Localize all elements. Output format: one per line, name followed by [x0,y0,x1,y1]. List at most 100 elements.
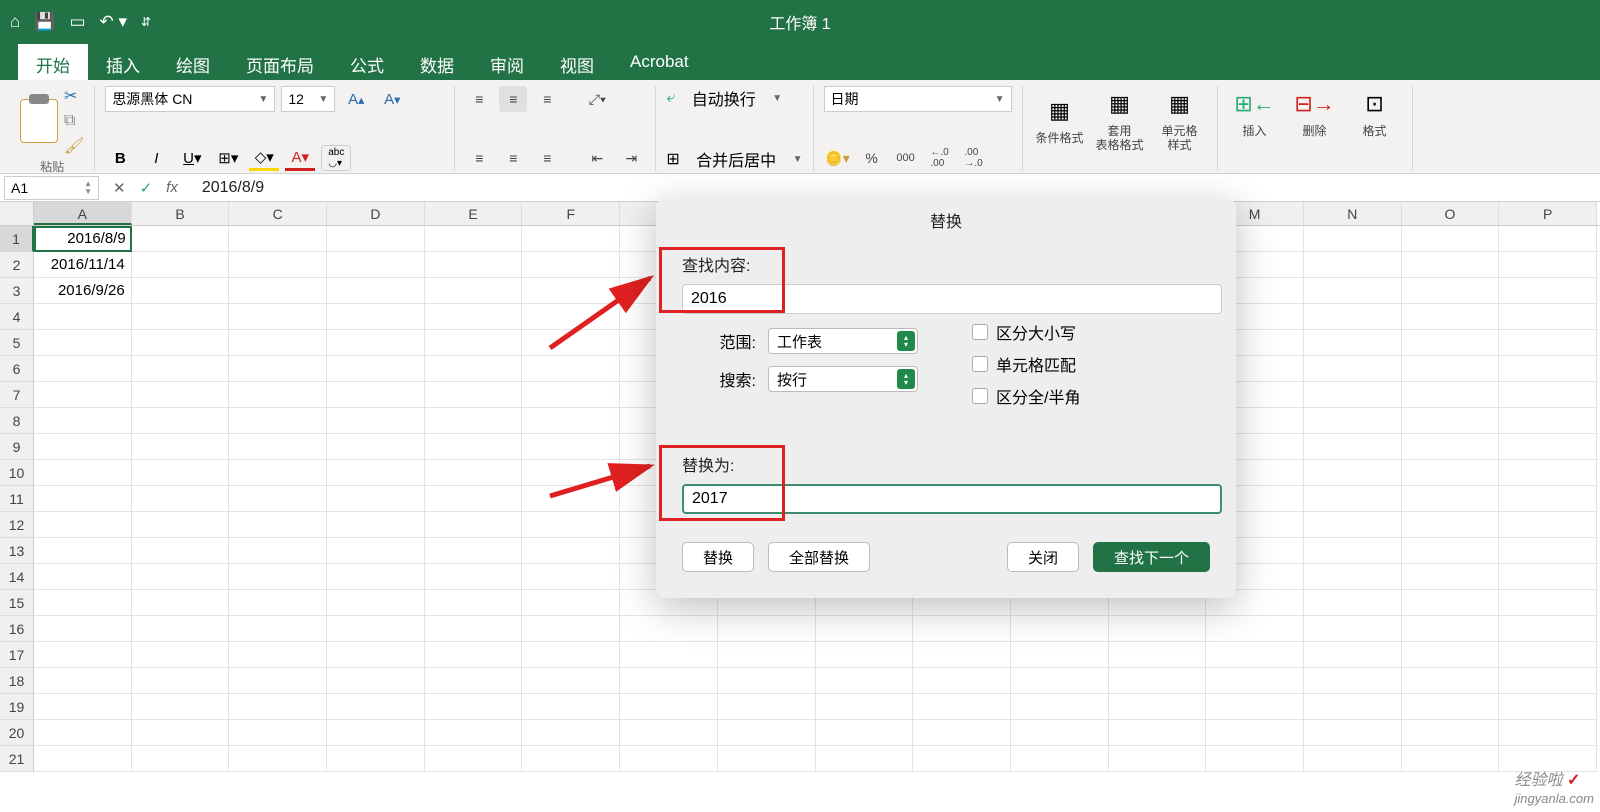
cell[interactable] [132,590,230,616]
cell[interactable] [132,278,230,304]
cell[interactable] [229,512,327,538]
cell[interactable] [327,278,425,304]
cell[interactable] [1402,382,1500,408]
cell[interactable] [1206,668,1304,694]
cell[interactable] [1304,434,1402,460]
tab-data[interactable]: 数据 [402,44,472,80]
orientation-icon[interactable]: ⤢▾ [583,86,611,112]
cell[interactable] [425,252,523,278]
cell[interactable] [229,356,327,382]
cell[interactable] [913,746,1011,772]
cell[interactable] [1402,694,1500,720]
cell[interactable] [1304,278,1402,304]
row-header[interactable]: 5 [0,330,34,356]
italic-button[interactable]: I [141,145,171,171]
cell[interactable] [132,252,230,278]
cell[interactable] [425,434,523,460]
cell[interactable] [1304,564,1402,590]
row-header[interactable]: 12 [0,512,34,538]
cell[interactable] [132,694,230,720]
cell[interactable] [229,746,327,772]
cell[interactable]: 2016/8/9 [34,226,132,252]
cell[interactable] [1206,694,1304,720]
cell[interactable] [327,356,425,382]
replace-button[interactable]: 替换 [682,542,754,572]
cell[interactable] [132,564,230,590]
cell[interactable] [132,382,230,408]
replace-all-button[interactable]: 全部替换 [768,542,870,572]
cell[interactable] [425,356,523,382]
cell[interactable] [1304,226,1402,252]
cell[interactable] [34,616,132,642]
cell[interactable] [229,330,327,356]
cell[interactable] [1499,278,1597,304]
cell[interactable] [229,408,327,434]
row-header[interactable]: 13 [0,538,34,564]
cell[interactable] [816,642,914,668]
cell[interactable] [1499,590,1597,616]
increase-decimal-icon[interactable]: ←.0.00 [926,145,954,171]
cell[interactable] [132,356,230,382]
cell[interactable] [522,694,620,720]
row-header[interactable]: 1 [0,226,34,252]
cell[interactable] [816,694,914,720]
cell[interactable] [327,434,425,460]
col-header-D[interactable]: D [327,202,425,225]
cell[interactable] [1304,486,1402,512]
cell[interactable] [425,564,523,590]
cell[interactable] [1109,642,1207,668]
border-button[interactable]: ⊞▾ [213,145,243,171]
row-header[interactable]: 3 [0,278,34,304]
cell[interactable] [34,486,132,512]
cell[interactable] [425,408,523,434]
col-header-P[interactable]: P [1499,202,1597,225]
cell[interactable] [1499,304,1597,330]
cell[interactable] [816,668,914,694]
font-size-select[interactable]: 12▼ [281,86,335,112]
cell[interactable] [425,226,523,252]
scope-select[interactable]: 工作表▴▾ [768,328,918,354]
format-painter-icon[interactable]: 🖌 [64,136,84,156]
cell[interactable] [327,668,425,694]
cell[interactable] [229,642,327,668]
cell[interactable] [1402,408,1500,434]
row-header[interactable]: 8 [0,408,34,434]
cell[interactable] [522,590,620,616]
cell[interactable] [425,616,523,642]
cell[interactable] [425,642,523,668]
row-header[interactable]: 10 [0,460,34,486]
formula-value[interactable]: 2016/8/9 [202,179,264,197]
cell[interactable] [132,226,230,252]
tab-home[interactable]: 开始 [18,44,88,80]
cell[interactable] [1109,616,1207,642]
preview-icon[interactable]: ▭ [69,12,85,32]
cell[interactable] [1304,694,1402,720]
cell[interactable] [34,694,132,720]
cell[interactable] [425,538,523,564]
cell[interactable] [1402,330,1500,356]
cell[interactable] [425,668,523,694]
cell[interactable] [522,356,620,382]
row-header[interactable]: 7 [0,382,34,408]
cell[interactable] [132,460,230,486]
cell[interactable] [1402,668,1500,694]
cell[interactable] [1499,226,1597,252]
match-case-checkbox[interactable]: 区分大小写 [972,320,1080,344]
close-button[interactable]: 关闭 [1007,542,1079,572]
cell[interactable] [327,694,425,720]
cell[interactable] [1499,512,1597,538]
cell[interactable] [327,538,425,564]
save-icon[interactable]: 💾 [34,12,55,32]
cell[interactable] [425,278,523,304]
fill-color-button[interactable]: ◇▾ [249,145,279,171]
cell[interactable] [620,642,718,668]
percent-icon[interactable]: % [858,145,886,171]
col-header-A[interactable]: A [34,202,132,225]
indent-decrease-icon[interactable]: ⇤ [583,145,611,171]
cell[interactable] [1206,642,1304,668]
increase-font-icon[interactable]: A▴ [341,86,371,112]
row-header[interactable]: 14 [0,564,34,590]
cell[interactable] [1011,668,1109,694]
cell[interactable] [1109,720,1207,746]
cell[interactable] [1402,746,1500,772]
